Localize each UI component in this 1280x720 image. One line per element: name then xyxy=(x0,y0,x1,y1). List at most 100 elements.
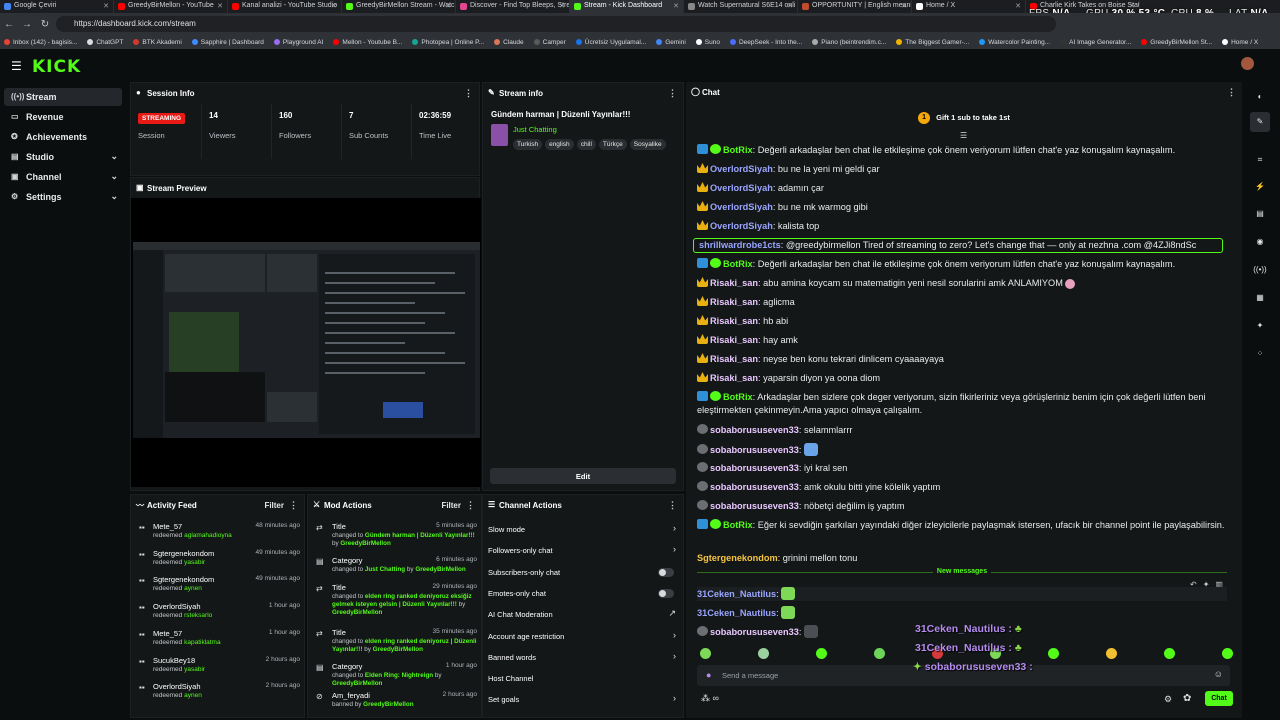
toggle-switch[interactable] xyxy=(658,588,674,598)
bookmark-item[interactable]: GreedyBirMellon St... xyxy=(1137,39,1218,46)
activity-item[interactable]: ▪▪ Mete_57 redeemed aglamahadioyna 48 minut… xyxy=(131,520,306,546)
gift-sub-banner[interactable]: 1 Gift 1 sub to take 1st xyxy=(686,104,1242,126)
close-icon[interactable]: ✕ xyxy=(445,2,451,10)
sidebar-item-stream[interactable]: ((•)) Stream xyxy=(4,88,122,106)
chat-message[interactable]: Risaki_san: hb abi xyxy=(697,315,1227,328)
chat-message[interactable]: sobaborususeven33: xyxy=(697,443,1227,457)
activity-item[interactable]: ▪▪ SucukBey18 redeemed yasabir 2 hours ago xyxy=(131,654,306,680)
channel-action-host-channel[interactable]: Host Channel xyxy=(488,669,678,689)
chat-message[interactable]: OverlordSiyah: bu ne la yeni mi geldi ça… xyxy=(697,163,1227,176)
browser-tab[interactable]: OPPORTUNITY | English meani ✕ xyxy=(798,0,912,13)
clipboard-icon[interactable]: ▤ xyxy=(1250,204,1270,224)
bookmark-item[interactable]: Suno xyxy=(692,39,726,46)
bookmark-item[interactable]: Ücretsiz Uygulamal... xyxy=(572,39,652,46)
emote-icon[interactable] xyxy=(700,648,711,659)
chat-username[interactable]: Risaki_san xyxy=(710,316,758,326)
storage-icon[interactable]: ▦ xyxy=(1250,288,1270,308)
more-options-icon[interactable]: ⋮ xyxy=(289,500,298,511)
bolt-icon[interactable]: ⚡ xyxy=(1250,177,1270,197)
chat-message[interactable]: sobaborususeven33: iyi kral sen xyxy=(697,462,1227,475)
chat-message[interactable]: Sgtergenekondom: grinini mellon tonu xyxy=(697,552,1227,565)
chat-username[interactable]: Risaki_san xyxy=(710,297,758,307)
browser-tab[interactable]: Watch Supernatural S6E14 onli ✕ xyxy=(684,0,798,13)
bookmark-item[interactable]: DeepSeek - Into the... xyxy=(726,39,808,46)
chat-username[interactable]: BotRix xyxy=(723,520,753,530)
channel-action-subscribers-only-chat[interactable]: Subscribers-only chat xyxy=(488,563,678,583)
emote-icon[interactable] xyxy=(816,648,827,659)
more-options-icon[interactable]: ⋮ xyxy=(668,88,677,99)
chat-message[interactable]: sobaborususeven33: amk okulu bitti yine … xyxy=(697,481,1227,494)
chat-icon[interactable]: ◉ xyxy=(1250,232,1270,252)
chat-username[interactable]: sobaborususeven33 xyxy=(710,482,799,492)
chat-username[interactable]: BotRix xyxy=(723,145,753,155)
chat-username[interactable]: OverlordSiyah xyxy=(710,164,773,174)
chat-message[interactable]: OverlordSiyah: kalista top xyxy=(697,220,1227,233)
browser-tab[interactable]: Home / X ✕ xyxy=(912,0,1026,13)
browser-tab[interactable]: GreedyBirMellon Stream - Watch ✕ xyxy=(342,0,456,13)
apps-icon[interactable]: ⁘ xyxy=(1250,344,1270,364)
dark-mode-icon[interactable]: ◐ xyxy=(1250,87,1270,107)
chat-message[interactable]: sobaborususeven33: nöbetçi değilim iş ya… xyxy=(697,500,1227,513)
url-input[interactable]: https://dashboard.kick.com/stream xyxy=(56,16,1056,32)
chat-message[interactable]: sobaborususeven33: selammlarrr xyxy=(697,424,1227,437)
channel-action-emotes-only-chat[interactable]: Emotes-only chat xyxy=(488,584,678,604)
bookmark-item[interactable]: Photopea | Online P... xyxy=(408,39,490,46)
chat-username[interactable]: 31Ceken_Nautilus xyxy=(697,589,776,599)
chat-username[interactable]: BotRix xyxy=(723,259,753,269)
chat-username[interactable]: Risaki_san xyxy=(710,354,758,364)
bookmark-item[interactable]: The Biggest Gamer-... xyxy=(892,39,975,46)
browser-tab[interactable]: Kanal analizi - YouTube Studio ✕ xyxy=(228,0,342,13)
chat-username[interactable]: sobaborususeven33 xyxy=(710,501,799,511)
chat-message[interactable]: 31Ceken_Nautilus: xyxy=(697,587,1227,601)
bookmark-item[interactable]: Mellon - Youtube B... xyxy=(329,39,408,46)
channel-points-icon[interactable]: ⁂ ∞ xyxy=(701,693,719,704)
chat-username[interactable]: OverlordSiyah xyxy=(710,202,773,212)
bookmark-item[interactable]: Home / X xyxy=(1218,39,1264,46)
filter-button[interactable]: Filter xyxy=(441,501,461,510)
bookmark-item[interactable]: Claude xyxy=(490,39,530,46)
channel-action-ai-chat-moderation[interactable]: AI Chat Moderation ↗ xyxy=(488,605,678,625)
activity-item[interactable]: ▪▪ Sgtergenekondom redeemed yasabir 49 minu… xyxy=(131,547,306,573)
channel-action-slow-mode[interactable]: Slow mode › xyxy=(488,520,678,540)
chat-message[interactable]: shrillwardrobe1cts: @greedybirmellon Tir… xyxy=(693,238,1223,253)
kick-logo[interactable]: KICK xyxy=(32,57,81,77)
more-options-icon[interactable]: ⋮ xyxy=(466,500,475,511)
chat-message[interactable]: Risaki_san: neyse ben konu tekrari dinli… xyxy=(697,353,1227,366)
rewards-icon[interactable]: ✿ xyxy=(1183,693,1191,704)
bookmark-item[interactable]: Playground AI xyxy=(270,39,329,46)
bookmark-item[interactable]: AI Image Generator... xyxy=(1056,39,1137,46)
emoji-icon[interactable]: ☺ xyxy=(1214,669,1223,679)
emote-icon[interactable] xyxy=(1106,648,1117,659)
forward-icon[interactable]: → xyxy=(18,19,36,30)
channel-action-account-age-restriction[interactable]: Account age restriction › xyxy=(488,627,678,647)
pinned-toggle-icon[interactable]: ☰ xyxy=(960,131,967,140)
chat-message[interactable]: BotRix: Arkadaşlar ben sizlere çok deger… xyxy=(697,391,1227,417)
bookmark-item[interactable]: Gemini xyxy=(652,39,692,46)
channel-action-followers-only-chat[interactable]: Followers-only chat › xyxy=(488,541,678,561)
wrench-icon[interactable]: ✦ xyxy=(1250,316,1270,336)
activity-item[interactable]: ▪▪ Sgtergenekondom redeemed aynen 49 minute… xyxy=(131,573,306,599)
emote-icon[interactable] xyxy=(758,648,769,659)
stream-preview-video[interactable] xyxy=(131,198,481,487)
crop-icon[interactable]: ⌗ xyxy=(1250,150,1270,170)
chat-username[interactable]: 31Ceken_Nautilus xyxy=(697,608,776,618)
category-link[interactable]: Just Chatting xyxy=(513,125,557,134)
bookmark-item[interactable]: BTK Akademi xyxy=(129,39,187,46)
more-options-icon[interactable]: ⋮ xyxy=(1227,87,1236,98)
chat-username[interactable]: OverlordSiyah xyxy=(710,221,773,231)
browser-tab[interactable]: Google Çeviri ✕ xyxy=(0,0,114,13)
chat-username[interactable]: sobaborususeven33 xyxy=(710,627,799,637)
chat-username[interactable]: OverlordSiyah xyxy=(710,183,773,193)
microphone-icon[interactable]: ● xyxy=(706,670,711,680)
chat-username[interactable]: BotRix xyxy=(723,392,753,402)
pen-icon[interactable]: ✎ xyxy=(1250,112,1270,132)
toggle-switch[interactable] xyxy=(658,567,674,577)
browser-tab[interactable]: GreedyBirMellon - YouTube ✕ xyxy=(114,0,228,13)
broadcast-icon[interactable]: ((•)) xyxy=(1250,260,1270,280)
close-icon[interactable]: ✕ xyxy=(559,2,565,10)
filter-button[interactable]: Filter xyxy=(264,501,284,510)
chat-username[interactable]: Risaki_san xyxy=(710,373,758,383)
bookmark-item[interactable]: Sapphire | Dashboard xyxy=(188,39,270,46)
sidebar-item-revenue[interactable]: ▭ Revenue xyxy=(4,108,122,126)
close-icon[interactable]: ✕ xyxy=(787,2,793,10)
